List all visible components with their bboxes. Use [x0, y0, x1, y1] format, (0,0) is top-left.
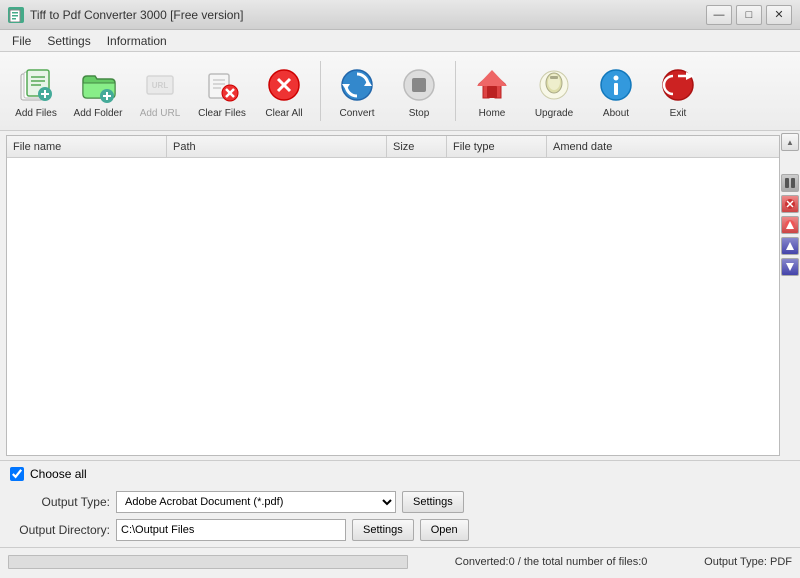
stop-icon [399, 65, 439, 105]
menu-information[interactable]: Information [99, 32, 175, 50]
output-type-status: Output Type: PDF [704, 556, 792, 568]
about-label: About [603, 108, 629, 120]
file-area-wrapper: File name Path Size File type Amend date… [0, 131, 800, 460]
progress-bar [8, 555, 408, 569]
upgrade-button[interactable]: Upgrade [524, 56, 584, 126]
output-dir-label: Output Directory: [10, 523, 110, 537]
output-type-row: Output Type: Adobe Acrobat Document (*.p… [10, 491, 790, 513]
col-filename: File name [7, 136, 167, 157]
home-label: Home [479, 108, 506, 120]
window-controls: — □ ✕ [706, 5, 792, 25]
col-amenddate: Amend date [547, 136, 779, 157]
exit-label: Exit [670, 108, 687, 120]
app-icon [8, 7, 24, 23]
toolbar: Add Files Add Folder URL Add URL [0, 52, 800, 131]
add-url-icon: URL [140, 65, 180, 105]
add-folder-icon [78, 65, 118, 105]
output-dir-input[interactable] [116, 519, 346, 541]
add-files-label: Add Files [15, 108, 57, 120]
close-button[interactable]: ✕ [766, 5, 792, 25]
right-scroll-panel: ▲ [780, 131, 800, 460]
output-type-label: Output Type: [10, 495, 110, 509]
output-type-select[interactable]: Adobe Acrobat Document (*.pdf) [116, 491, 396, 513]
output-type-settings-button[interactable]: Settings [402, 491, 464, 513]
maximize-button[interactable]: □ [736, 5, 762, 25]
window-title: Tiff to Pdf Converter 3000 [Free version… [30, 8, 243, 22]
add-url-button: URL Add URL [130, 56, 190, 126]
output-dir-settings-button[interactable]: Settings [352, 519, 414, 541]
choose-all-label: Choose all [30, 467, 87, 481]
stop-button[interactable]: Stop [389, 56, 449, 126]
add-folder-button[interactable]: Add Folder [68, 56, 128, 126]
convert-icon [337, 65, 377, 105]
exit-button[interactable]: Exit [648, 56, 708, 126]
about-icon [596, 65, 636, 105]
add-files-icon [16, 65, 56, 105]
menu-settings[interactable]: Settings [39, 32, 98, 50]
add-folder-label: Add Folder [74, 108, 123, 120]
panel-btn-2[interactable] [781, 195, 799, 213]
home-button[interactable]: Home [462, 56, 522, 126]
exit-icon [658, 65, 698, 105]
col-path: Path [167, 136, 387, 157]
svg-text:URL: URL [152, 81, 169, 90]
panel-btn-3[interactable] [781, 216, 799, 234]
clear-files-label: Clear Files [198, 108, 246, 120]
home-icon [472, 65, 512, 105]
upgrade-icon [534, 65, 574, 105]
scroll-up-button[interactable]: ▲ [781, 133, 799, 151]
choose-all-row: Choose all [0, 461, 800, 487]
panel-btn-4[interactable] [781, 237, 799, 255]
convert-button[interactable]: Convert [327, 56, 387, 126]
content-wrapper: File name Path Size File type Amend date… [0, 131, 800, 575]
clear-files-icon [202, 65, 242, 105]
converted-status: Converted:0 / the total number of files:… [455, 556, 648, 568]
clear-all-icon [264, 65, 304, 105]
settings-area: Output Type: Adobe Acrobat Document (*.p… [0, 487, 800, 547]
menu-bar: File Settings Information [0, 30, 800, 52]
title-bar: Tiff to Pdf Converter 3000 [Free version… [0, 0, 800, 30]
col-filetype: File type [447, 136, 547, 157]
bottom-area: Choose all Output Type: Adobe Acrobat Do… [0, 460, 800, 547]
choose-all-checkbox[interactable] [10, 467, 24, 481]
stop-label: Stop [409, 108, 430, 120]
upgrade-label: Upgrade [535, 108, 573, 120]
add-files-button[interactable]: Add Files [6, 56, 66, 126]
add-url-label: Add URL [140, 108, 181, 120]
file-list-container: File name Path Size File type Amend date [6, 135, 780, 456]
panel-btn-1[interactable] [781, 174, 799, 192]
file-list-header: File name Path Size File type Amend date [7, 136, 779, 158]
clear-all-button[interactable]: Clear All [254, 56, 314, 126]
minimize-button[interactable]: — [706, 5, 732, 25]
clear-files-button[interactable]: Clear Files [192, 56, 252, 126]
convert-label: Convert [339, 108, 374, 120]
output-dir-open-button[interactable]: Open [420, 519, 469, 541]
file-list-body [7, 158, 779, 455]
output-dir-row: Output Directory: Settings Open [10, 519, 790, 541]
panel-btn-5[interactable] [781, 258, 799, 276]
col-size: Size [387, 136, 447, 157]
toolbar-sep-2 [455, 61, 456, 121]
menu-file[interactable]: File [4, 32, 39, 50]
toolbar-sep-1 [320, 61, 321, 121]
clear-all-label: Clear All [265, 108, 302, 120]
status-bar: Converted:0 / the total number of files:… [0, 547, 800, 575]
about-button[interactable]: About [586, 56, 646, 126]
